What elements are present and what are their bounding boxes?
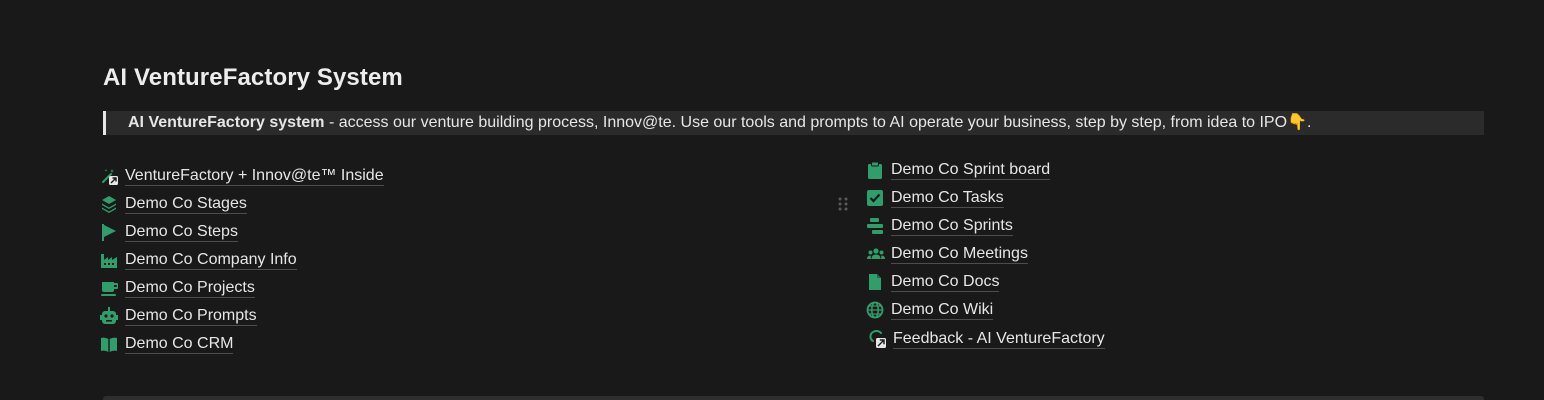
link-venturefactory-innovate[interactable]: VentureFactory + Innov@te™ Inside — [100, 162, 384, 190]
page-title: AI VentureFactory System — [103, 64, 403, 91]
coffee-cup-icon — [100, 279, 118, 297]
factory-icon — [100, 251, 118, 269]
link-label[interactable]: Demo Co Company Info — [125, 250, 297, 270]
link-label[interactable]: Demo Co Stages — [125, 194, 247, 214]
callout-bold: AI VentureFactory system — [128, 114, 325, 131]
timeline-icon — [866, 217, 884, 235]
link-label[interactable]: Demo Co Steps — [125, 222, 238, 242]
link-label[interactable]: Demo Co CRM — [125, 334, 234, 354]
link-feedback-ai-venturefactory[interactable]: Feedback - AI VentureFactory — [866, 324, 1105, 354]
flag-icon — [100, 223, 118, 241]
link-demo-co-sprint-board[interactable]: Demo Co Sprint board — [866, 156, 1105, 184]
drag-handle-icon[interactable] — [837, 196, 849, 212]
link-label[interactable]: Demo Co Tasks — [891, 188, 1004, 208]
link-label[interactable]: Demo Co Docs — [891, 272, 1000, 292]
open-book-icon — [100, 335, 118, 353]
document-icon — [866, 273, 884, 291]
link-demo-co-company-info[interactable]: Demo Co Company Info — [100, 246, 384, 274]
link-demo-co-prompts[interactable]: Demo Co Prompts — [100, 302, 384, 330]
link-demo-co-tasks[interactable]: Demo Co Tasks — [866, 184, 1105, 212]
page: AI VentureFactory System AI VentureFacto… — [0, 0, 1544, 400]
globe-icon — [866, 301, 884, 319]
robot-icon — [100, 307, 118, 325]
clipboard-icon — [866, 161, 884, 179]
link-label[interactable]: VentureFactory + Innov@te™ Inside — [125, 166, 384, 186]
feedback-link-icon — [868, 330, 886, 348]
link-label[interactable]: Demo Co Sprints — [891, 216, 1013, 236]
callout-end: . — [1306, 114, 1312, 131]
link-demo-co-docs[interactable]: Demo Co Docs — [866, 268, 1105, 296]
layers-icon — [100, 195, 118, 213]
magic-wand-link-icon — [100, 167, 118, 185]
right-link-column: Demo Co Sprint board Demo Co Tasks Demo … — [866, 156, 1105, 354]
pointing-down-icon: 👇 — [1287, 114, 1307, 131]
next-block-edge — [103, 396, 1484, 400]
link-demo-co-crm[interactable]: Demo Co CRM — [100, 330, 384, 358]
link-demo-co-meetings[interactable]: Demo Co Meetings — [866, 240, 1105, 268]
link-demo-co-stages[interactable]: Demo Co Stages — [100, 190, 384, 218]
link-demo-co-projects[interactable]: Demo Co Projects — [100, 274, 384, 302]
link-demo-co-sprints[interactable]: Demo Co Sprints — [866, 212, 1105, 240]
link-demo-co-wiki[interactable]: Demo Co Wiki — [866, 296, 1105, 324]
checkbox-icon — [866, 189, 884, 207]
left-link-column: VentureFactory + Innov@te™ Inside Demo C… — [100, 162, 384, 358]
link-label[interactable]: Feedback - AI VentureFactory — [893, 329, 1105, 349]
callout-text: - access our venture building process, I… — [324, 114, 1288, 131]
link-label[interactable]: Demo Co Prompts — [125, 306, 257, 326]
link-label[interactable]: Demo Co Sprint board — [891, 160, 1051, 180]
link-label[interactable]: Demo Co Projects — [125, 278, 255, 298]
people-icon — [866, 245, 885, 263]
callout-quote: AI VentureFactory system - access our ve… — [103, 111, 1484, 135]
link-label[interactable]: Demo Co Wiki — [891, 300, 994, 320]
link-label[interactable]: Demo Co Meetings — [891, 244, 1028, 264]
link-demo-co-steps[interactable]: Demo Co Steps — [100, 218, 384, 246]
